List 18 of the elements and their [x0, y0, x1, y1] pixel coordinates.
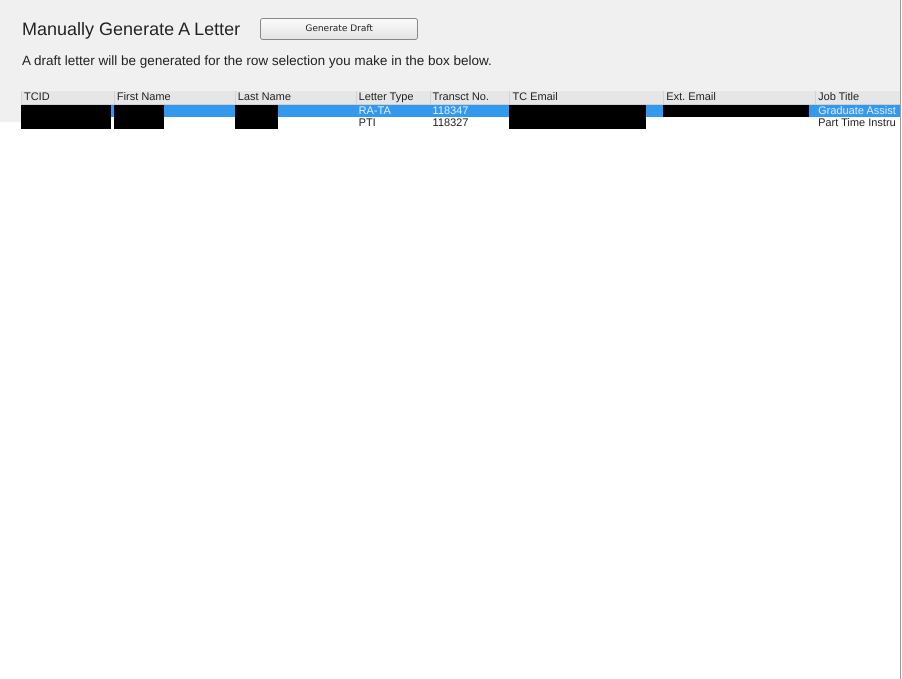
column-header[interactable]: TCID [21, 91, 114, 104]
column-header[interactable]: Last Name [234, 91, 356, 104]
column-header[interactable]: First Name [114, 91, 235, 104]
column-header[interactable]: Transct No. [430, 91, 510, 104]
table-cell-text: 118327 [432, 117, 470, 129]
generate-draft-button[interactable]: Generate Draft [260, 18, 418, 40]
table-cell-text: 118347 [432, 105, 470, 117]
table-row[interactable]: PTI 118327 Part Time Instru [21, 117, 900, 129]
column-header[interactable]: Ext. Email [663, 91, 816, 104]
instructions-text: A draft letter will be generated for the row selection you make in the box below. [22, 53, 493, 68]
table-cell-text: Graduate Assist [817, 105, 897, 117]
column-header[interactable]: Letter Type [356, 91, 430, 104]
table-cell-text: Part Time Instru [817, 117, 897, 129]
column-header[interactable]: Job Title [815, 91, 900, 104]
page-title: Manually Generate A Letter [22, 18, 240, 40]
column-header[interactable]: TC Email [509, 91, 664, 104]
table-cell-text: RA-TA [358, 105, 392, 117]
table-cell-text: PTI [358, 117, 377, 129]
